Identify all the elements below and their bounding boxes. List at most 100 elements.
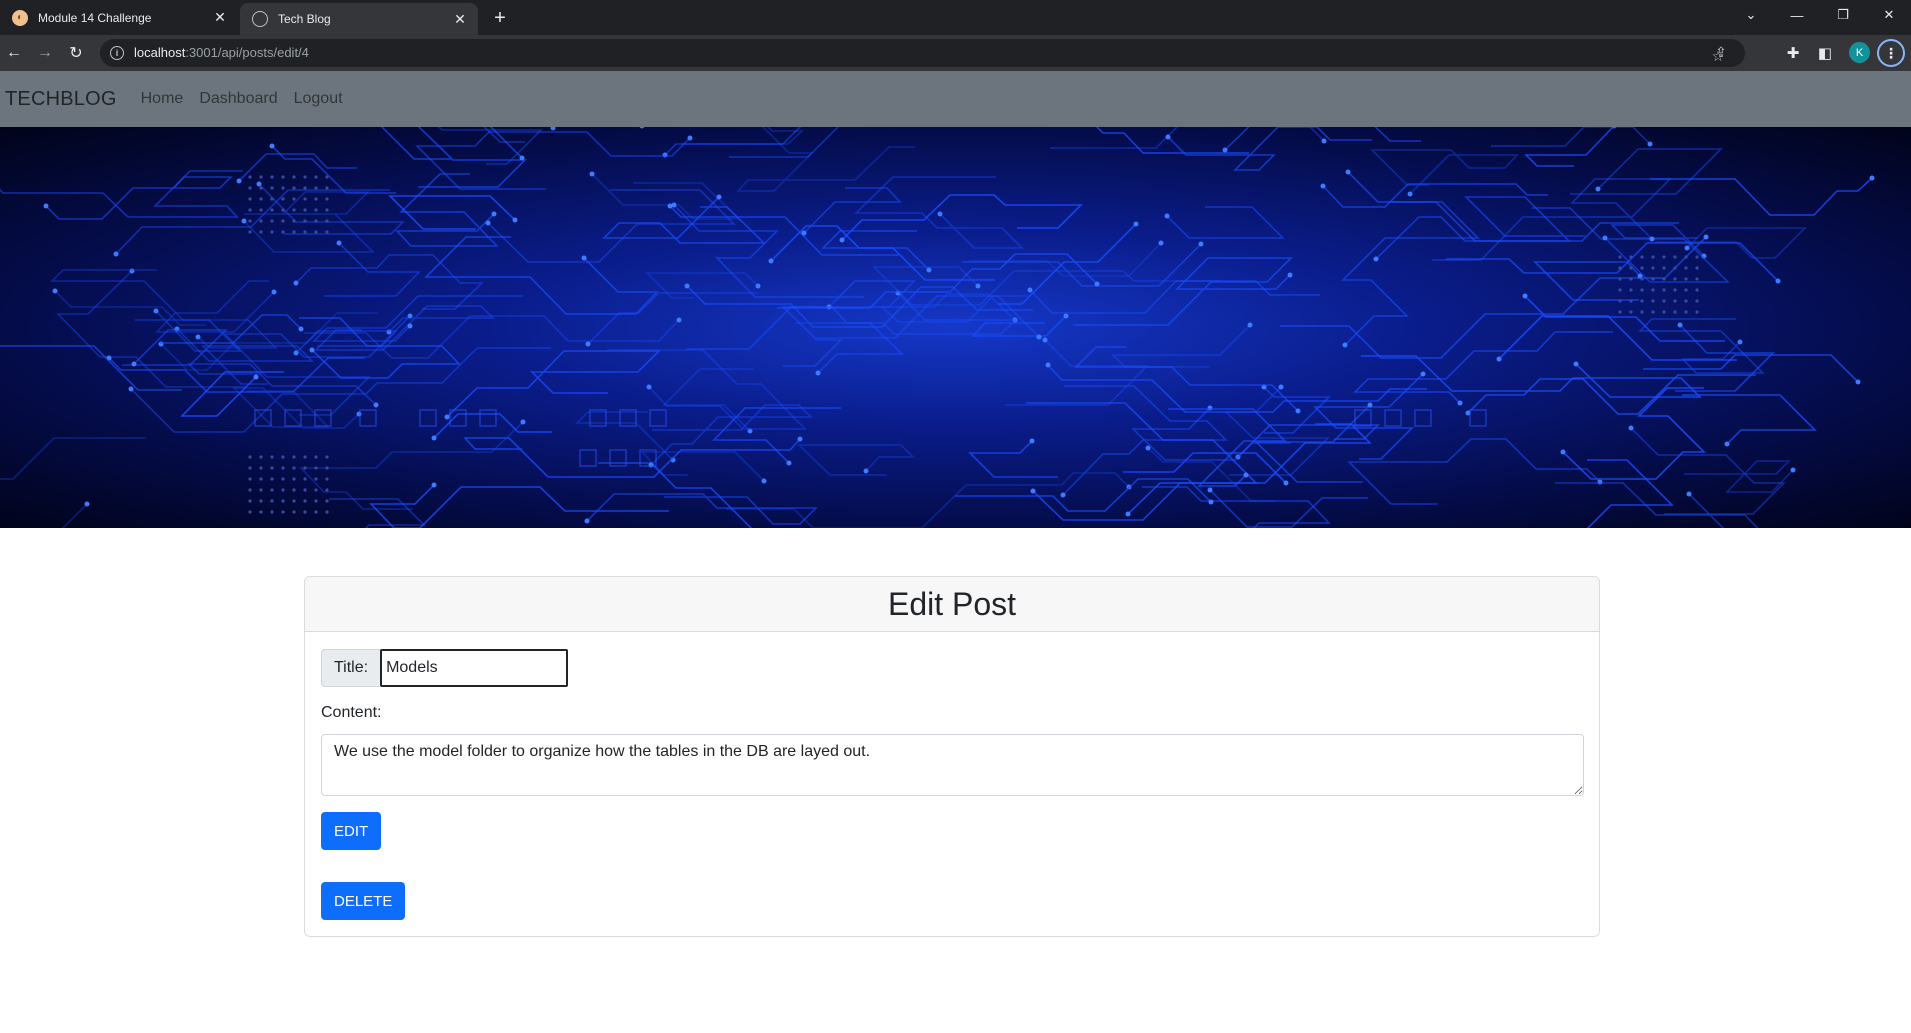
site-info-icon[interactable]: i: [110, 46, 124, 60]
circuit-trace: [1313, 373, 1424, 460]
circuit-trace: [681, 127, 805, 145]
circuit-node: [975, 283, 981, 289]
address-bar[interactable]: i localhost:3001/api/posts/edit/4 ☆: [100, 39, 1745, 67]
forward-arrow-icon[interactable]: →: [33, 41, 57, 65]
circuit-node: [1869, 175, 1875, 181]
circuit-node: [52, 288, 58, 294]
circuit-dot: [259, 219, 263, 223]
url-text[interactable]: localhost:3001/api/posts/edit/4: [134, 45, 309, 60]
circuit-dot: [292, 477, 296, 481]
circuit-node: [1029, 438, 1035, 444]
circuit-dot: [1618, 288, 1622, 292]
circuit-dot: [1684, 266, 1688, 270]
circuit-dot: [270, 477, 274, 481]
reload-icon[interactable]: ↻: [64, 41, 88, 65]
circuit-node: [815, 370, 821, 376]
edit-post-card: Edit Post Title: Content: We use the mod…: [304, 576, 1600, 937]
circuit-trace: [0, 437, 146, 528]
circuit-node: [256, 181, 262, 187]
circuit-dot: [314, 477, 318, 481]
circuit-node: [1158, 240, 1164, 246]
circuit-dot: [270, 175, 274, 179]
circuit-node: [1647, 141, 1653, 147]
circuit-dot: [1651, 277, 1655, 281]
circuit-dot: [1695, 288, 1699, 292]
nav-link-logout[interactable]: Logout: [294, 90, 343, 108]
circuit-dot: [270, 208, 274, 212]
browser-tab[interactable]: ◐ Module 14 Challenge ✕: [0, 0, 238, 35]
circuit-dot: [270, 219, 274, 223]
circuit-trace: [1166, 206, 1285, 239]
tab-search-icon[interactable]: ⌄: [1728, 0, 1774, 30]
circuit-dot: [270, 197, 274, 201]
circuit-dot: [303, 510, 307, 514]
circuit-dot: [1651, 310, 1655, 314]
circuit-dot: [281, 219, 285, 223]
circuit-node: [926, 267, 932, 273]
circuit-trace: [1638, 318, 1765, 374]
side-panel-icon[interactable]: ◧: [1813, 41, 1837, 65]
delete-button[interactable]: DELETE: [321, 882, 406, 920]
circuit-node: [687, 135, 693, 141]
circuit-dot: [325, 175, 329, 179]
circuit-node: [768, 258, 774, 264]
minimize-icon[interactable]: —: [1774, 0, 1820, 30]
circuit-trace: [645, 272, 759, 299]
extensions-puzzle-icon[interactable]: ✚: [1781, 41, 1805, 65]
restore-icon[interactable]: ❐: [1820, 0, 1866, 30]
circuit-node: [253, 374, 259, 380]
circuit-dot: [1629, 288, 1633, 292]
circuit-pad: [419, 409, 437, 427]
circuit-dot: [1684, 277, 1688, 281]
circuit-dot: [248, 230, 252, 234]
circuit-node: [373, 402, 379, 408]
circuit-node: [1207, 487, 1213, 493]
circuit-trace: [1005, 339, 1149, 406]
circuit-dot: [270, 230, 274, 234]
circuit-node: [801, 230, 807, 236]
circuit-node: [407, 323, 413, 329]
circuit-dot: [1629, 310, 1633, 314]
browser-tab-active[interactable]: Tech Blog ✕: [240, 3, 478, 35]
close-window-icon[interactable]: ✕: [1866, 0, 1911, 30]
circuit-dot: [1695, 255, 1699, 259]
chrome-menu-icon[interactable]: ⋮: [1877, 39, 1905, 67]
back-arrow-icon[interactable]: ←: [2, 41, 26, 65]
circuit-trace: [1361, 355, 1702, 398]
circuit-trace: [1491, 127, 1651, 147]
circuit-dot: [303, 186, 307, 190]
circuit-trace: [271, 145, 396, 194]
nav-link-home[interactable]: Home: [141, 90, 184, 108]
circuit-dot: [325, 466, 329, 470]
close-tab-icon[interactable]: ✕: [210, 8, 230, 28]
profile-avatar[interactable]: K: [1849, 42, 1870, 63]
circuit-node: [298, 326, 304, 332]
circuit-dot: [314, 466, 318, 470]
circuit-dot: [281, 208, 285, 212]
circuit-node: [241, 218, 247, 224]
circuit-node: [1855, 379, 1861, 385]
circuit-dot: [281, 488, 285, 492]
content-textarea[interactable]: We use the model folder to organize how …: [321, 734, 1584, 796]
brand-logo[interactable]: TECHBLOG: [5, 88, 117, 111]
circuit-node: [512, 217, 518, 223]
circuit-node: [1573, 361, 1579, 367]
circuit-node: [520, 419, 526, 425]
circuit-node: [1724, 441, 1730, 447]
circuit-node: [1345, 169, 1351, 175]
new-tab-button[interactable]: +: [488, 6, 512, 30]
close-tab-icon[interactable]: ✕: [450, 9, 470, 29]
share-icon[interactable]: ⇪: [1712, 43, 1730, 61]
circuit-trace: [962, 243, 1202, 287]
page-title: Edit Post: [887, 585, 1017, 622]
title-input[interactable]: [380, 649, 569, 687]
circuit-dot: [248, 175, 252, 179]
edit-button[interactable]: EDIT: [321, 812, 382, 850]
circuit-trace: [1630, 427, 1786, 515]
circuit-dot: [325, 186, 329, 190]
circuit-dot: [1662, 277, 1666, 281]
nav-link-dashboard[interactable]: Dashboard: [199, 90, 277, 108]
circuit-trace: [155, 280, 275, 333]
circuit-node: [1737, 339, 1743, 345]
circuit-dot: [248, 510, 252, 514]
